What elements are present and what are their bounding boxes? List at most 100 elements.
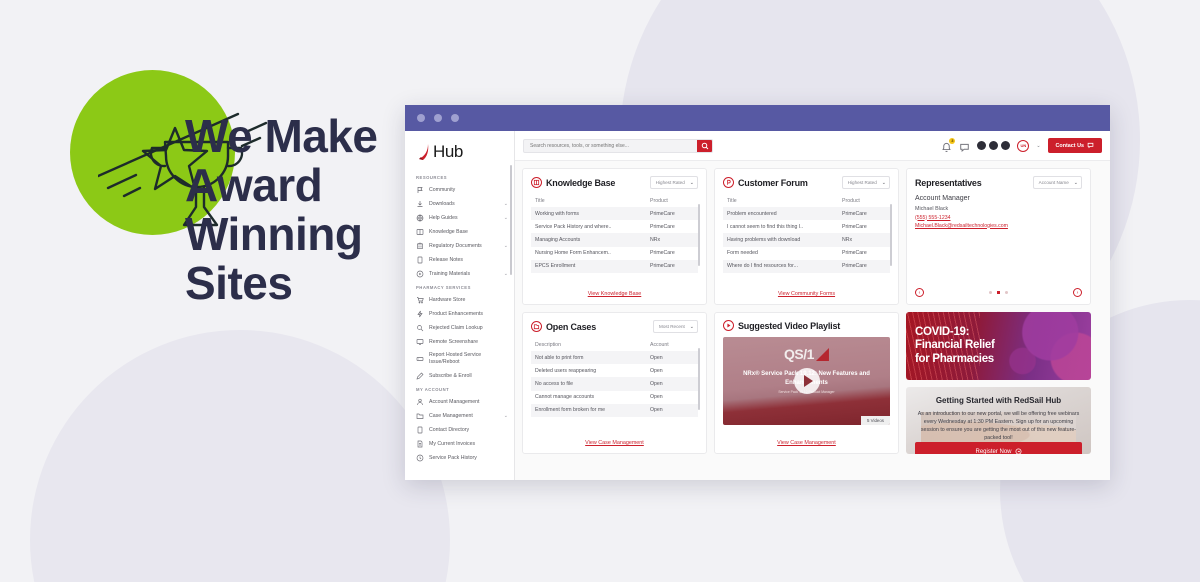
table-scrollbar[interactable]: [890, 204, 892, 266]
window-close-dot[interactable]: [417, 114, 425, 122]
sidebar-item-report-hosted-service[interactable]: Report Hosted Service Issue/Reboot: [405, 349, 514, 369]
sidebar-item-regulatory-documents[interactable]: Regulatory Documents ⌄: [405, 239, 514, 253]
representative-phone-link[interactable]: (555) 555-1234: [915, 215, 1082, 221]
knowledge-base-table: Title Product Working with forms PrimeCar…: [531, 195, 698, 273]
carousel-dot-2[interactable]: [996, 290, 1001, 295]
chevron-down-icon[interactable]: ⌄: [504, 271, 508, 278]
sidebar-item-contact-directory[interactable]: Contact Directory: [405, 423, 514, 437]
sidebar-item-rejected-claim-lookup[interactable]: Rejected Claim Lookup: [405, 321, 514, 335]
table-row[interactable]: Managing Accounts NRx: [531, 233, 698, 247]
sidebar-item-remote-screenshare[interactable]: Remote Screenshare: [405, 335, 514, 349]
carousel-dot-1[interactable]: [988, 290, 992, 294]
window-maximize-dot[interactable]: [451, 114, 459, 122]
app-logo[interactable]: Hub: [405, 137, 514, 171]
carousel-dot-3[interactable]: [1005, 290, 1009, 294]
representatives-account-select[interactable]: Account Name ⌄: [1032, 176, 1082, 189]
table-row[interactable]: Form needed PrimeCare: [723, 247, 890, 260]
table-scrollbar[interactable]: [698, 204, 700, 266]
knowledge-base-filter-select[interactable]: Highest Rated ⌄: [649, 176, 698, 189]
sidebar-item-case-management[interactable]: Case Management ⌄: [405, 409, 514, 423]
table-row[interactable]: Working with forms PrimeCare: [531, 207, 698, 221]
search-bar[interactable]: [523, 138, 713, 153]
table-row[interactable]: Having problems with download NRx: [723, 233, 890, 247]
table-row[interactable]: Enrollment form broken for me Open: [531, 403, 698, 417]
view-knowledge-base-link[interactable]: View Knowledge Base: [531, 286, 698, 297]
sidebar-item-subscribe-enroll[interactable]: Subscribe & Enroll: [405, 369, 514, 383]
sidebar-item-service-pack-history[interactable]: Service Pack History: [405, 451, 514, 465]
flag-icon: [417, 187, 423, 193]
search-button[interactable]: [697, 139, 712, 152]
twitter-icon[interactable]: [977, 141, 987, 150]
filter-value: Most Recent: [659, 324, 685, 329]
sidebar-item-help-guides[interactable]: Help Guides ⌄: [405, 211, 514, 225]
table-row[interactable]: Nursing Home Form Enhancem.. PrimeCare: [531, 247, 698, 260]
table-row[interactable]: Cannot manage accounts Open: [531, 391, 698, 404]
instagram-icon[interactable]: [989, 141, 999, 150]
arrow-left-icon[interactable]: ‹: [915, 288, 924, 297]
contact-us-button[interactable]: Contact Us: [1047, 138, 1102, 153]
table-row[interactable]: Deleted users reappearing Open: [531, 364, 698, 377]
table-row[interactable]: Not able to print form Open: [531, 351, 698, 365]
register-now-button[interactable]: Register Now: [915, 442, 1082, 454]
sidebar: Hub RESOURCES Community Downloads ⌄ Help…: [405, 131, 515, 480]
open-cases-filter-select[interactable]: Most Recent ⌄: [653, 320, 698, 333]
play-icon[interactable]: [793, 368, 820, 394]
video-view-case-management-link[interactable]: View Case Management: [723, 435, 890, 446]
cell-product: PrimeCare: [842, 250, 867, 257]
sidebar-item-label: Hardware Store: [429, 296, 466, 303]
chevron-down-icon[interactable]: ⌄: [504, 243, 508, 250]
table-row[interactable]: Service Pack History and where.. PrimeCar…: [531, 220, 698, 233]
table-row[interactable]: Where do I find resources for... PrimeCar…: [723, 259, 890, 273]
sidebar-item-release-notes[interactable]: Release Notes: [405, 253, 514, 267]
video-thumbnail[interactable]: QS/1 NRx® Service Pack 19.12: New Featur…: [723, 337, 890, 425]
avatar[interactable]: UN: [1017, 139, 1030, 152]
cell-product: NRx: [650, 236, 661, 243]
column-header-title: Title: [727, 198, 737, 204]
user-icon: [417, 398, 423, 406]
sidebar-item-downloads[interactable]: Downloads ⌄: [405, 197, 514, 211]
facebook-icon[interactable]: [1001, 141, 1011, 150]
sidebar-item-account-management[interactable]: Account Management: [405, 395, 514, 409]
sidebar-item-label: Remote Screenshare: [429, 338, 479, 345]
sidebar-item-product-enhancements[interactable]: Product Enhancements: [405, 307, 514, 321]
table-row[interactable]: I cannot seem to find this thing I.. Prim…: [723, 220, 890, 233]
cell-title: Having problems with download: [727, 236, 801, 243]
table-row[interactable]: Problem encountered PrimeCare: [723, 207, 890, 221]
chat-button[interactable]: [959, 140, 970, 152]
card-header: Knowledge Base Highest Rated ⌄: [531, 176, 698, 189]
chevron-down-icon[interactable]: ⌄: [504, 215, 508, 222]
window-minimize-dot[interactable]: [434, 114, 442, 122]
video-brand: QS/1: [723, 346, 890, 362]
table-header: Description Account: [531, 339, 698, 351]
arrow-right-icon[interactable]: ›: [1072, 288, 1082, 297]
representatives-carousel-nav: ‹ ›: [915, 284, 1082, 297]
chevron-down-icon[interactable]: ⌄: [504, 413, 508, 420]
sidebar-item-hardware-store[interactable]: Hardware Store: [405, 293, 514, 307]
cell-product: PrimeCare: [650, 210, 675, 217]
covid-banner[interactable]: COVID-19: Financial Relief for Pharmacie…: [906, 312, 1091, 380]
view-case-management-link[interactable]: View Case Management: [531, 435, 698, 446]
customer-forum-filter-select[interactable]: Highest Rated ⌄: [841, 176, 890, 189]
table-row[interactable]: EPCS Enrollment PrimeCare: [531, 259, 698, 273]
server-icon: [416, 357, 424, 361]
chevron-down-icon: ⌄: [1073, 179, 1078, 186]
notifications-button[interactable]: 3: [941, 138, 956, 152]
table-row[interactable]: No access to file Open: [531, 377, 698, 391]
chevron-down-icon[interactable]: ⌄: [1036, 143, 1040, 149]
sidebar-item-my-current-invoices[interactable]: My Current Invoices: [405, 437, 514, 451]
sidebar-item-knowledge-base[interactable]: Knowledge Base: [405, 225, 514, 239]
sidebar-item-label: Subscribe & Enroll: [429, 372, 472, 379]
sidebar-item-training-materials[interactable]: Training Materials ⌄: [405, 267, 514, 281]
cell-product: PrimeCare: [842, 263, 867, 270]
cell-product: PrimeCare: [650, 223, 675, 230]
sidebar-item-community[interactable]: Community: [405, 183, 514, 197]
table-scrollbar[interactable]: [698, 348, 700, 410]
view-community-forms-link[interactable]: View Community Forms: [723, 286, 890, 297]
customer-forum-card: Customer Forum Highest Rated ⌄ Title Pro…: [714, 168, 899, 305]
chevron-down-icon[interactable]: ⌄: [504, 201, 508, 208]
sidebar-item-label: Regulatory Documents: [429, 242, 482, 249]
search-input[interactable]: [524, 142, 697, 149]
representative-email-link[interactable]: Michael.Black@redsailtechnologies.com: [915, 223, 1082, 229]
carousel-dots: [988, 290, 1009, 295]
card-header: Representatives Account Name ⌄: [915, 176, 1082, 189]
